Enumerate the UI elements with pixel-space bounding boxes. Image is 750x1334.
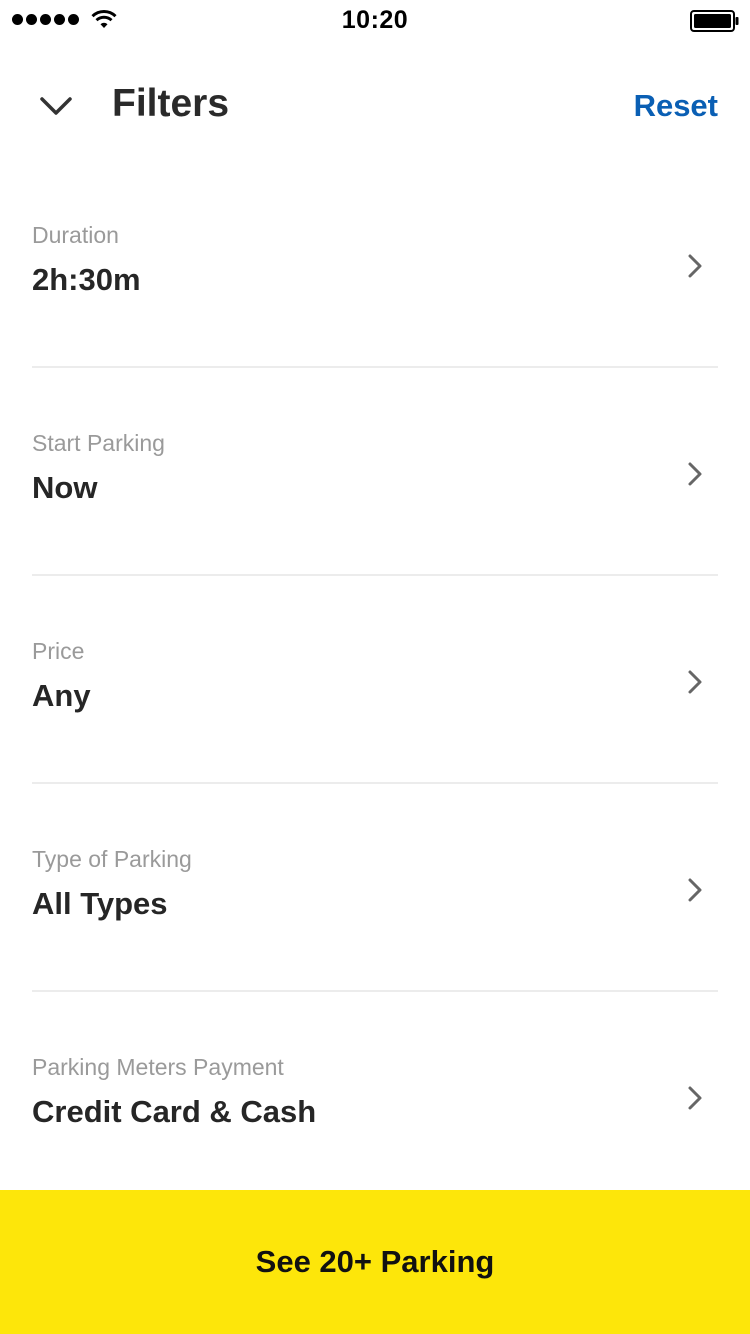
filter-label: Price — [32, 638, 85, 664]
filter-label: Type of Parking — [32, 846, 192, 872]
collapse-button[interactable] — [30, 80, 82, 132]
battery-icon — [690, 10, 739, 32]
filter-row-duration[interactable]: Duration 2h:30m — [32, 160, 718, 368]
filter-row-start-parking[interactable]: Start Parking Now — [32, 368, 718, 576]
chevron-right-icon — [688, 1086, 702, 1110]
reset-button[interactable]: Reset — [634, 88, 718, 124]
filter-value: Now — [32, 470, 98, 505]
header: Filters Reset — [0, 60, 750, 150]
filter-value: All Types — [32, 886, 168, 921]
chevron-right-icon — [688, 462, 702, 486]
status-bar: 10:20 — [0, 0, 750, 40]
see-parking-button[interactable]: See 20+ Parking — [0, 1190, 750, 1334]
chevron-right-icon — [688, 254, 702, 278]
see-parking-label: See 20+ Parking — [255, 1244, 495, 1279]
status-time: 10:20 — [341, 6, 409, 34]
filter-label: Start Parking — [32, 430, 165, 456]
chevron-down-icon — [40, 97, 72, 115]
filter-list: Duration 2h:30m Start Parking Now Price … — [0, 160, 750, 1200]
filter-value: Credit Card & Cash — [32, 1094, 317, 1129]
filter-label: Duration — [32, 222, 119, 248]
page-title: Filters — [112, 82, 230, 125]
chevron-right-icon — [688, 670, 702, 694]
filter-row-parking-meters-payment[interactable]: Parking Meters Payment Credit Card & Cas… — [32, 992, 718, 1200]
chevron-right-icon — [688, 878, 702, 902]
filter-value: Any — [32, 678, 91, 713]
filter-row-type-of-parking[interactable]: Type of Parking All Types — [32, 784, 718, 992]
filter-row-price[interactable]: Price Any — [32, 576, 718, 784]
filter-value: 2h:30m — [32, 262, 141, 297]
filter-label: Parking Meters Payment — [32, 1054, 284, 1080]
